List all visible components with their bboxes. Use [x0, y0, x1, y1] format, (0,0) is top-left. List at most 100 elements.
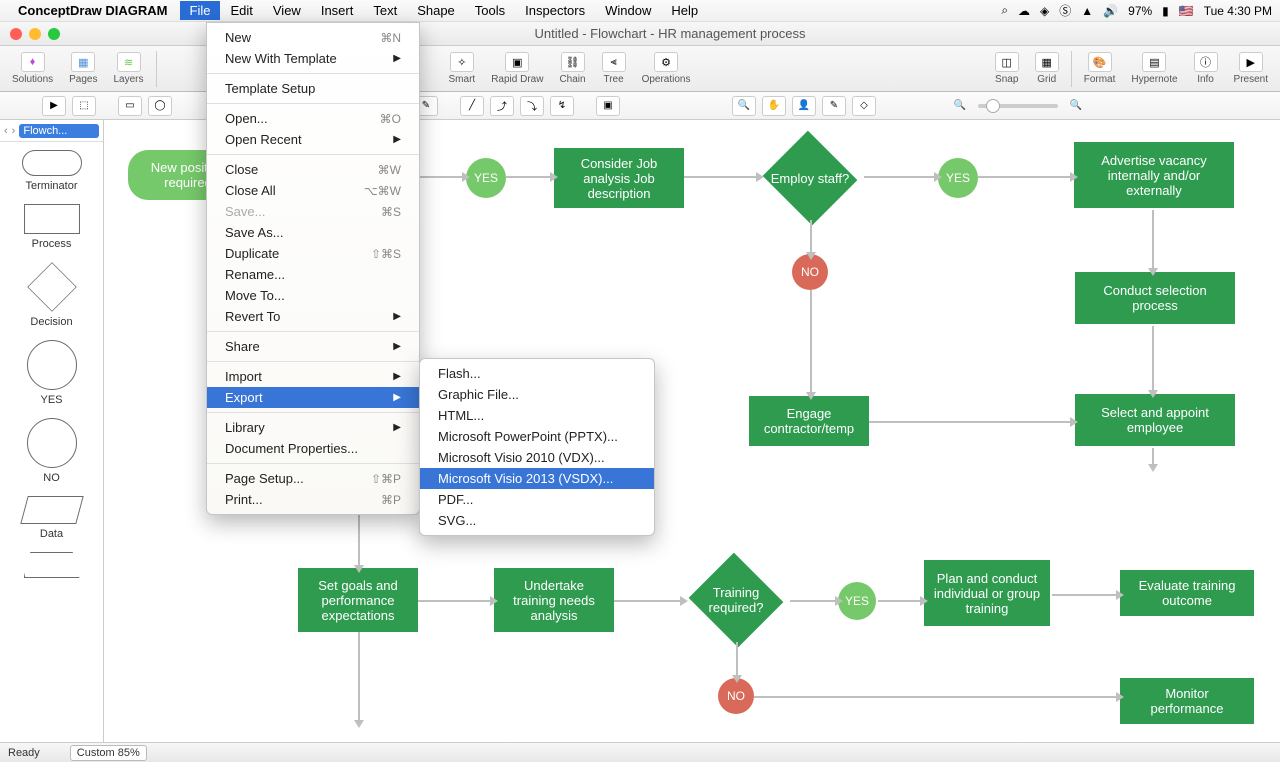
file-menu-open-recent[interactable]: Open Recent▶: [207, 129, 419, 150]
flow-node-n14[interactable]: Training required?: [686, 560, 786, 640]
nav-fwd-icon[interactable]: ›: [12, 125, 16, 137]
toolbar-pages[interactable]: ▦Pages: [69, 52, 97, 85]
connector-3[interactable]: ⤵: [520, 96, 544, 116]
zoom-icon[interactable]: [48, 28, 60, 40]
selection-tool[interactable]: ⬚: [72, 96, 96, 116]
export-microsoft-powerpoint-pptx-[interactable]: Microsoft PowerPoint (PPTX)...: [420, 426, 654, 447]
toolbar-grid[interactable]: ▦Grid: [1035, 52, 1059, 85]
menu-insert[interactable]: Insert: [311, 1, 364, 20]
toolbar-rapid[interactable]: ▣Rapid Draw: [491, 52, 543, 85]
toolbar-hypernote[interactable]: ▤Hypernote: [1131, 52, 1177, 85]
menu-shape[interactable]: Shape: [407, 1, 465, 20]
hand-tool[interactable]: ✋: [762, 96, 786, 116]
flow-node-n9[interactable]: Engage contractor/temp: [749, 396, 869, 446]
file-menu-export[interactable]: Export▶: [207, 387, 419, 408]
flow-node-n18[interactable]: NO: [718, 678, 754, 714]
toolbar-present[interactable]: ▶Present: [1234, 52, 1268, 85]
file-menu-save-as-[interactable]: Save As...: [207, 222, 419, 243]
nav-back-icon[interactable]: ‹: [4, 125, 8, 137]
app-name[interactable]: ConceptDraw DIAGRAM: [18, 3, 168, 18]
flow-node-n10[interactable]: Select and appoint employee: [1075, 394, 1235, 446]
flow-node-n16[interactable]: Plan and conduct individual or group tra…: [924, 560, 1050, 626]
toolbar-operations[interactable]: ⚙Operations: [642, 52, 691, 85]
toolbar-snap[interactable]: ◫Snap: [995, 52, 1019, 85]
flag-icon[interactable]: 🇺🇸: [1179, 4, 1194, 18]
ellipse-shape[interactable]: ◯: [148, 96, 172, 116]
toolbar-format[interactable]: 🎨Format: [1084, 52, 1116, 85]
dropbox-icon[interactable]: ◈: [1040, 4, 1049, 18]
export-pdf-[interactable]: PDF...: [420, 489, 654, 510]
zoom-in-icon[interactable]: 🔍: [732, 96, 756, 116]
export-microsoft-visio-2013-vsdx-[interactable]: Microsoft Visio 2013 (VSDX)...: [420, 468, 654, 489]
flow-node-n13[interactable]: Undertake training needs analysis: [494, 568, 614, 632]
connector-4[interactable]: ↯: [550, 96, 574, 116]
file-menu-document-properties-[interactable]: Document Properties...: [207, 438, 419, 459]
flow-node-n5[interactable]: YES: [938, 158, 978, 198]
skype-icon[interactable]: Ⓢ: [1059, 2, 1071, 19]
zoom-slider[interactable]: [978, 104, 1058, 108]
flow-node-n15[interactable]: YES: [838, 582, 876, 620]
insert-tool[interactable]: ▣: [596, 96, 620, 116]
flow-node-n2[interactable]: YES: [466, 158, 506, 198]
library-dropdown[interactable]: Flowch...: [19, 124, 99, 138]
file-menu-print-[interactable]: Print...⌘P: [207, 489, 419, 510]
menu-inspectors[interactable]: Inspectors: [515, 1, 595, 20]
wifi-icon[interactable]: ▲: [1081, 4, 1093, 18]
flow-node-n3[interactable]: Consider Job analysis Job description: [554, 148, 684, 208]
connector-2[interactable]: ⤴: [490, 96, 514, 116]
file-menu-open-[interactable]: Open...⌘O: [207, 108, 419, 129]
menu-file[interactable]: File: [180, 1, 221, 20]
file-menu-new-with-template[interactable]: New With Template▶: [207, 48, 419, 69]
toolbar-info[interactable]: ⓘInfo: [1194, 52, 1218, 85]
cloud-icon[interactable]: ☁: [1018, 4, 1030, 18]
menu-tools[interactable]: Tools: [465, 1, 515, 20]
shape-manual[interactable]: [4, 552, 99, 578]
toolbar-chain[interactable]: ⛓Chain: [559, 52, 585, 85]
menu-window[interactable]: Window: [595, 1, 661, 20]
flow-node-n19[interactable]: Monitor performance: [1120, 678, 1254, 724]
menu-help[interactable]: Help: [661, 1, 708, 20]
flow-node-n17[interactable]: Evaluate training outcome: [1120, 570, 1254, 616]
file-menu-page-setup-[interactable]: Page Setup...⇧⌘P: [207, 468, 419, 489]
export-html-[interactable]: HTML...: [420, 405, 654, 426]
battery-icon[interactable]: ▮: [1162, 4, 1169, 18]
file-menu-close-all[interactable]: Close All⌥⌘W: [207, 180, 419, 201]
toolbar-solutions[interactable]: ♦Solutions: [12, 52, 53, 85]
toolbar-smart[interactable]: ✧Smart: [449, 52, 476, 85]
shape-yes[interactable]: YES: [4, 340, 99, 406]
flow-node-n8[interactable]: Conduct selection process: [1075, 272, 1235, 324]
file-menu-library[interactable]: Library▶: [207, 417, 419, 438]
file-menu-import[interactable]: Import▶: [207, 366, 419, 387]
menu-text[interactable]: Text: [363, 1, 407, 20]
volume-icon[interactable]: 🔊: [1103, 4, 1118, 18]
file-menu-move-to-[interactable]: Move To...: [207, 285, 419, 306]
file-menu-share[interactable]: Share▶: [207, 336, 419, 357]
shape-decision[interactable]: Decision: [4, 262, 99, 328]
toolbar-layers[interactable]: ≋Layers: [114, 52, 144, 85]
shape-terminator[interactable]: Terminator: [4, 150, 99, 192]
person-tool[interactable]: 👤: [792, 96, 816, 116]
eyedropper-icon[interactable]: ✎: [822, 96, 846, 116]
toolbar-tree[interactable]: ⫷Tree: [602, 52, 626, 85]
connector-1[interactable]: ╱: [460, 96, 484, 116]
file-menu-template-setup[interactable]: Template Setup: [207, 78, 419, 99]
file-menu-new[interactable]: New⌘N: [207, 27, 419, 48]
status-icon[interactable]: ⌕: [1001, 3, 1008, 18]
shape-no[interactable]: NO: [4, 418, 99, 484]
file-menu-revert-to[interactable]: Revert To▶: [207, 306, 419, 327]
shape-data[interactable]: Data: [4, 496, 99, 540]
export-microsoft-visio-2010-vdx-[interactable]: Microsoft Visio 2010 (VDX)...: [420, 447, 654, 468]
flow-node-n4[interactable]: Employ staff?: [760, 138, 860, 218]
menu-view[interactable]: View: [263, 1, 311, 20]
eraser-icon[interactable]: ◇: [852, 96, 876, 116]
shape-process[interactable]: Process: [4, 204, 99, 250]
flow-node-n12[interactable]: Set goals and performance expectations: [298, 568, 418, 632]
flow-node-n6[interactable]: Advertise vacancy internally and/or exte…: [1074, 142, 1234, 208]
file-menu-duplicate[interactable]: Duplicate⇧⌘S: [207, 243, 419, 264]
menu-edit[interactable]: Edit: [220, 1, 262, 20]
file-menu-close[interactable]: Close⌘W: [207, 159, 419, 180]
cursor-tool[interactable]: ▶: [42, 96, 66, 116]
rect-shape[interactable]: ▭: [118, 96, 142, 116]
zoom-in-button[interactable]: 🔍: [1064, 96, 1088, 116]
clock[interactable]: Tue 4:30 PM: [1204, 4, 1272, 18]
